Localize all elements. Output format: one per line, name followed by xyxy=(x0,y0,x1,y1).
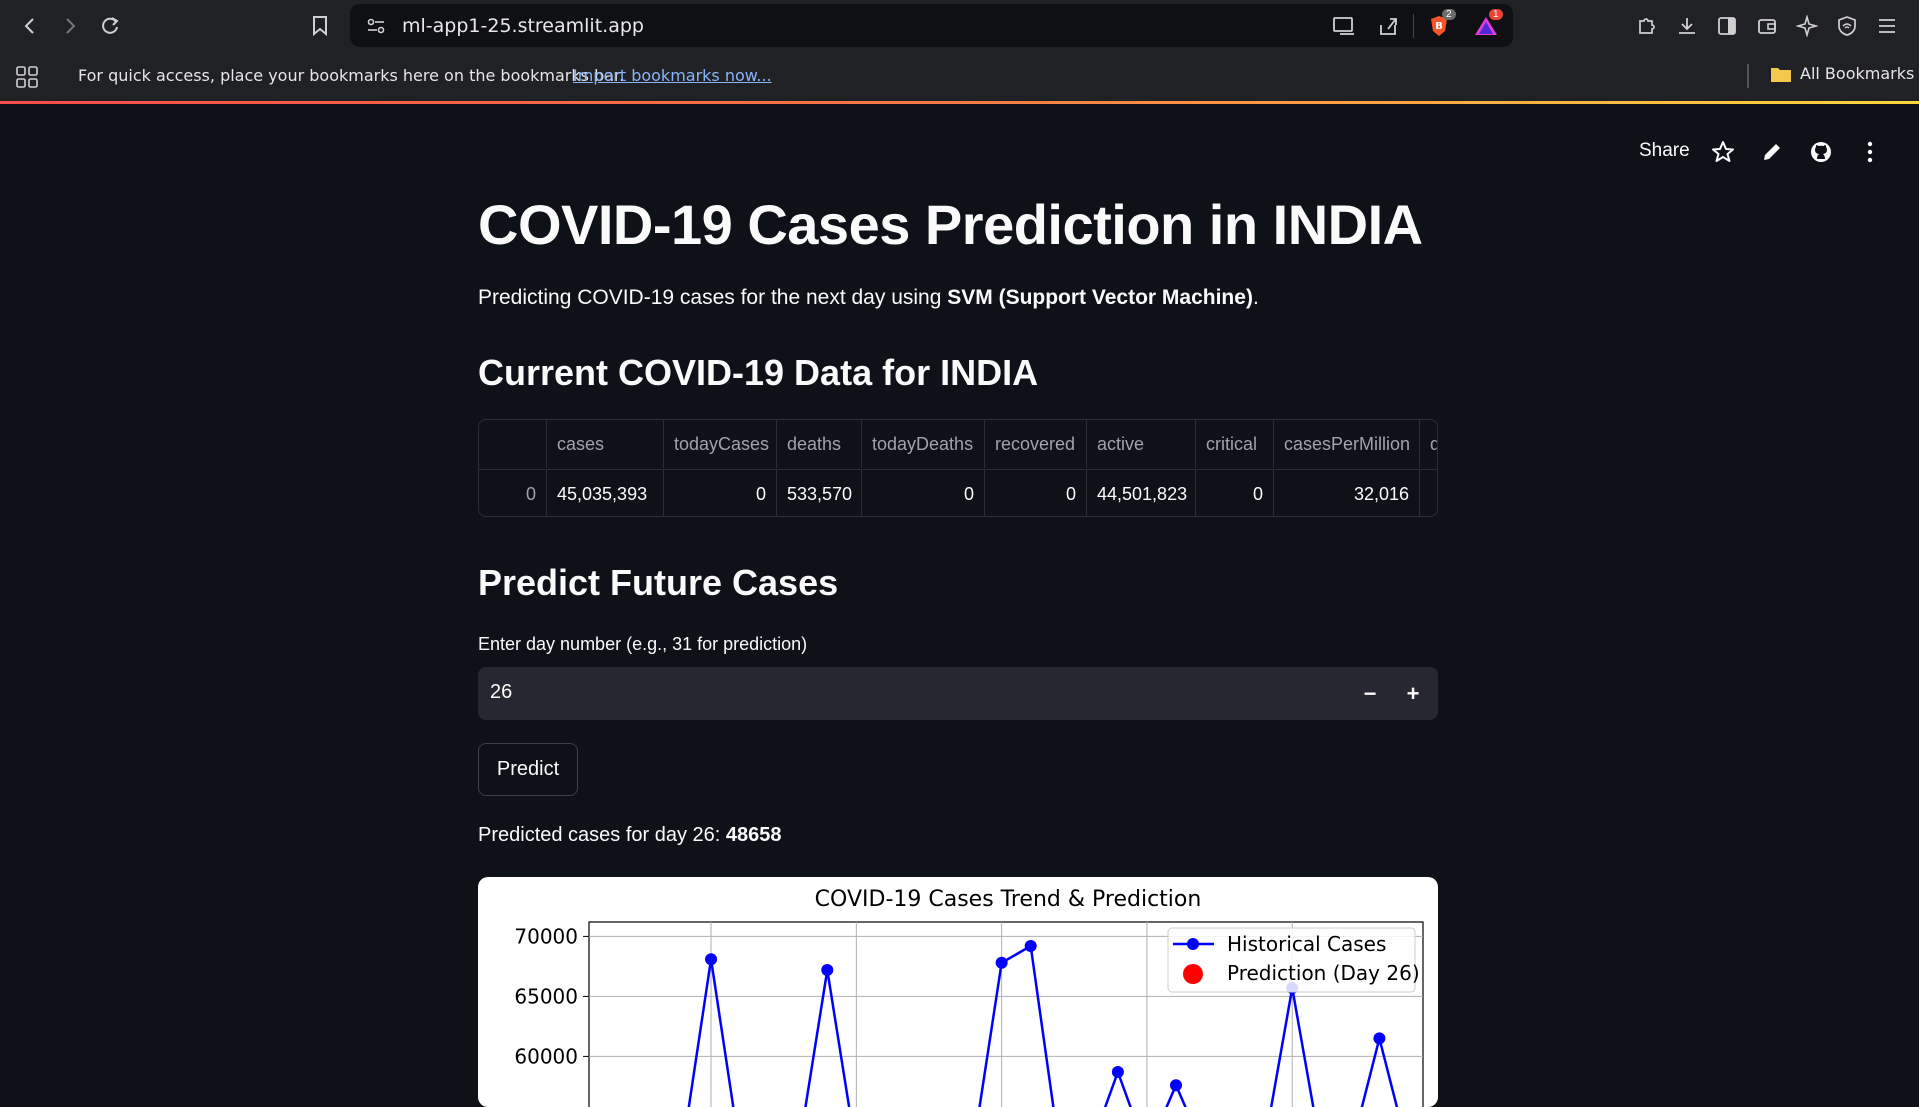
table-cell[interactable]: 0 xyxy=(862,470,985,516)
import-bookmarks-link[interactable]: Import bookmarks now... xyxy=(573,66,772,85)
reload-icon[interactable] xyxy=(94,10,126,42)
data-point xyxy=(1169,1079,1182,1092)
vpn-icon[interactable] xyxy=(1833,12,1861,40)
apps-grid-icon[interactable] xyxy=(15,65,39,93)
y-tick-label: 60000 xyxy=(514,1044,578,1068)
all-bookmarks-button[interactable]: All Bookmarks xyxy=(1770,64,1914,83)
legend-label-prediction: Prediction (Day 26) xyxy=(1227,961,1420,985)
row-index[interactable]: 0 xyxy=(479,470,547,516)
description-text: Predicting COVID-19 cases for the next d… xyxy=(478,286,948,309)
column-header[interactable]: casesPerMillion xyxy=(1274,420,1420,468)
share-page-icon[interactable] xyxy=(1377,15,1399,42)
leo-ai-icon[interactable] xyxy=(1793,12,1821,40)
legend-marker-historical xyxy=(1187,938,1199,950)
predict-button[interactable]: Predict xyxy=(478,743,578,796)
all-bookmarks-label: All Bookmarks xyxy=(1800,64,1915,83)
y-tick-label: 70000 xyxy=(514,924,578,948)
increment-button[interactable]: + xyxy=(1395,677,1431,710)
bookmarks-bar: For quick access, place your bookmarks h… xyxy=(0,52,1919,101)
bookmarks-message: For quick access, place your bookmarks h… xyxy=(78,66,625,85)
rewards-badge: 1 xyxy=(1489,9,1503,20)
day-number-value[interactable]: 26 xyxy=(490,681,512,704)
cast-icon[interactable] xyxy=(1332,16,1356,41)
main-content: COVID-19 Cases Prediction in INDIA Predi… xyxy=(478,190,1438,1107)
app-header: Share xyxy=(0,104,1919,196)
data-point xyxy=(821,964,834,976)
forward-icon[interactable] xyxy=(54,10,86,42)
decrement-button[interactable]: − xyxy=(1352,677,1388,710)
data-point xyxy=(1024,940,1037,952)
table-cell[interactable]: 44,501,823 xyxy=(1087,470,1196,516)
table-cell[interactable]: 0 xyxy=(1196,470,1274,516)
table-header: cases todayCases deaths todayDeaths recovere… xyxy=(479,420,1437,468)
column-header[interactable]: deaths xyxy=(777,420,862,468)
browser-toolbar: ml-app1-25.streamlit.app B 2 1 xyxy=(0,0,1919,52)
legend: Historical Cases Prediction (Day 26) xyxy=(1167,927,1420,993)
y-axis: 70000 65000 60000 xyxy=(514,924,589,1068)
wallet-icon[interactable] xyxy=(1753,12,1781,40)
divider xyxy=(1413,14,1414,38)
table-row: 0 45,035,393 0 533,570 0 0 44,501,823 0 32,016 xyxy=(479,469,1437,516)
day-input-label: Enter day number (e.g., 31 for predictio… xyxy=(478,634,808,654)
back-icon[interactable] xyxy=(14,10,46,42)
table-cell[interactable]: 0 xyxy=(985,470,1087,516)
result-value: 48658 xyxy=(725,824,782,846)
folder-icon xyxy=(1771,67,1791,82)
data-point xyxy=(1111,1066,1124,1078)
divider xyxy=(1747,64,1749,88)
download-icon[interactable] xyxy=(1673,12,1701,40)
sidebar-icon[interactable] xyxy=(1713,12,1741,40)
data-point xyxy=(1373,1032,1386,1045)
column-header[interactable]: active xyxy=(1087,420,1196,468)
legend-label-historical: Historical Cases xyxy=(1227,932,1386,956)
more-options-icon[interactable] xyxy=(1855,137,1885,167)
star-icon[interactable] xyxy=(1708,137,1738,167)
url-text[interactable]: ml-app1-25.streamlit.app xyxy=(402,15,644,37)
table-cell[interactable]: 0 xyxy=(664,470,777,516)
data-point xyxy=(995,956,1008,969)
data-point xyxy=(705,953,718,966)
bookmark-icon[interactable] xyxy=(304,10,336,42)
svg-text:B: B xyxy=(1435,21,1443,32)
description-end: . xyxy=(1252,286,1259,309)
trend-chart: COVID-19 Cases Trend & Prediction 70000 6… xyxy=(478,877,1438,1107)
column-header[interactable] xyxy=(479,420,547,468)
covid-data-table[interactable]: cases todayCases deaths todayDeaths recovere… xyxy=(478,419,1438,517)
column-header[interactable]: critical xyxy=(1196,420,1274,468)
current-data-heading: Current COVID-19 Data for INDIA xyxy=(478,352,1039,393)
table-cell[interactable] xyxy=(1420,470,1437,516)
column-header[interactable]: cases xyxy=(547,420,664,468)
result-label: Predicted cases for day 26: xyxy=(478,824,726,846)
github-icon[interactable] xyxy=(1806,137,1836,167)
menu-icon[interactable] xyxy=(1873,12,1901,40)
legend-marker-prediction xyxy=(1183,964,1203,984)
column-header[interactable]: todayCases xyxy=(664,420,777,468)
shields-badge: 2 xyxy=(1442,9,1456,20)
address-bar[interactable]: ml-app1-25.streamlit.app B 2 1 xyxy=(350,4,1513,47)
column-header[interactable]: de xyxy=(1420,420,1437,468)
share-button[interactable]: Share xyxy=(1639,140,1690,162)
edit-icon[interactable] xyxy=(1757,137,1787,167)
predict-heading: Predict Future Cases xyxy=(478,562,839,603)
prediction-result: Predicted cases for day 26: 48658 xyxy=(478,824,782,847)
chart-svg: COVID-19 Cases Trend & Prediction 70000 6… xyxy=(514,887,1424,1107)
table-cell[interactable]: 32,016 xyxy=(1274,470,1420,516)
table-cell[interactable]: 45,035,393 xyxy=(547,470,664,516)
day-number-input[interactable]: 26 − + xyxy=(478,667,1438,720)
table-cell[interactable]: 533,570 xyxy=(777,470,862,516)
column-header[interactable]: todayDeaths xyxy=(862,420,985,468)
column-header[interactable]: recovered xyxy=(985,420,1087,468)
page-description: Predicting COVID-19 cases for the next d… xyxy=(478,286,1438,310)
chart-title: COVID-19 Cases Trend & Prediction xyxy=(815,887,1202,912)
y-tick-label: 65000 xyxy=(514,984,578,1008)
extensions-icon[interactable] xyxy=(1632,12,1660,40)
page-title: COVID-19 Cases Prediction in INDIA xyxy=(478,193,1423,256)
model-name: SVM (Support Vector Machine) xyxy=(947,286,1253,309)
site-settings-icon[interactable] xyxy=(366,16,386,41)
